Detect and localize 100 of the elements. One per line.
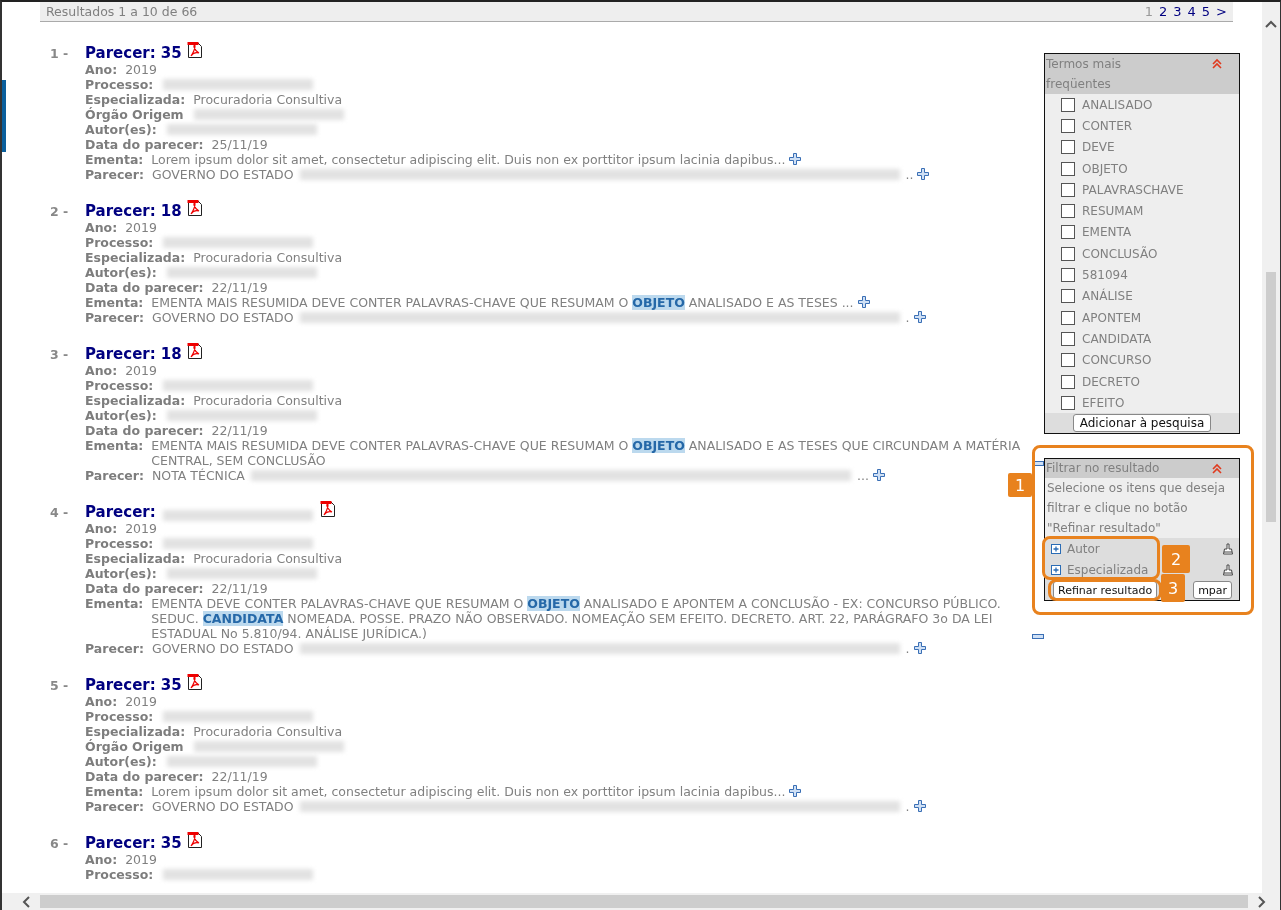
next-page-link[interactable]: > [1216, 4, 1227, 19]
pdf-file-icon[interactable] [186, 342, 203, 360]
pdf-file-icon[interactable] [186, 673, 203, 691]
term-checkbox[interactable] [1061, 310, 1075, 325]
expand-plus-icon[interactable] [917, 168, 930, 180]
field-value: GOVERNO DO ESTADO [151, 641, 294, 656]
field-label: Parecer: [85, 167, 144, 182]
field-label: Parecer: [85, 641, 144, 656]
term-checkbox[interactable] [1061, 395, 1075, 410]
collapse-minus-icon[interactable] [1032, 634, 1044, 639]
term-checkbox[interactable] [1061, 118, 1075, 133]
clear-button[interactable]: mpar [1193, 581, 1233, 600]
field-value: GOVERNO DO ESTADO [151, 310, 294, 325]
result-number-value[interactable]: 35 [160, 44, 182, 62]
field-value: 2019 [125, 363, 157, 378]
term-checkbox[interactable] [1061, 161, 1075, 176]
term-checkbox[interactable] [1061, 246, 1075, 261]
page-link[interactable]: 3 [1173, 4, 1182, 19]
expand-plus-icon[interactable] [857, 296, 870, 308]
pdf-file-icon[interactable] [186, 199, 203, 217]
result-number: 4 - [50, 504, 70, 522]
result-title[interactable]: Parecer: [85, 676, 156, 694]
filter-instructions: Selecione os itens que deseja filtrar e clique no botão "Refinar resultado" [1046, 480, 1227, 538]
field-label: Autor(es): [85, 566, 157, 581]
field-label: Ano: [85, 62, 118, 77]
term-label: 581094 [1082, 268, 1128, 282]
field-label: Especializada: [85, 393, 186, 408]
add-to-search-button[interactable]: Adicionar à pesquisa [1072, 414, 1212, 433]
expand-box-icon[interactable] [1051, 564, 1061, 575]
field-label: Processo: [85, 77, 154, 92]
field-label: Autor(es): [85, 265, 157, 280]
term-checkbox[interactable] [1061, 374, 1075, 389]
term-label: ANALISADO [1082, 97, 1153, 112]
result-title[interactable]: Parecer: [85, 834, 156, 852]
term-label: ANÁLISE [1082, 289, 1133, 304]
expand-plus-icon[interactable] [913, 311, 926, 323]
page-link[interactable]: 5 [1201, 4, 1211, 19]
term-label: CONTER [1082, 118, 1133, 133]
eraser-icon[interactable] [1223, 563, 1233, 576]
result-title[interactable]: Parecer: [85, 345, 156, 363]
callout-badge: 2 [1162, 545, 1190, 574]
page-link[interactable]: 2 [1158, 4, 1168, 19]
expand-box-icon[interactable] [1051, 543, 1061, 554]
field-label: Ementa: [85, 152, 144, 167]
field-label: Data do parecer: [85, 280, 204, 295]
scroll-right-icon[interactable] [1258, 895, 1266, 908]
eraser-icon[interactable] [1223, 542, 1233, 555]
term-checkbox[interactable] [1061, 97, 1075, 112]
result-title[interactable]: Parecer: [85, 503, 156, 521]
result-number-value[interactable]: 18 [160, 345, 182, 363]
pdf-file-icon[interactable] [186, 831, 203, 849]
field-value: 2019 [125, 852, 157, 867]
expand-plus-icon[interactable] [872, 469, 885, 481]
callout-badge: 3 [1161, 574, 1185, 603]
page-link[interactable]: 4 [1187, 4, 1196, 19]
term-checkbox[interactable] [1061, 225, 1075, 240]
term-checkbox[interactable] [1061, 289, 1075, 304]
result-number-value[interactable]: 35 [160, 676, 182, 694]
field-label: Ano: [85, 852, 118, 867]
field-label: Ementa: [85, 596, 144, 613]
term-checkbox[interactable] [1061, 331, 1075, 346]
field-value: EMENTA MAIS RESUMIDA DEVE CONTER PALAVRAS-CHAVE QUE RESUMAM O OBJETO ANALISADO E AS TESES ... [151, 295, 854, 310]
field-value: 22/11/19 [211, 280, 268, 295]
pdf-file-icon[interactable] [186, 41, 203, 59]
result-number: 1 - [50, 45, 70, 63]
result-number-value[interactable]: 18 [160, 202, 182, 220]
field-label: Ano: [85, 363, 118, 378]
collapse-minus-icon[interactable] [1032, 461, 1044, 466]
scrollbar-thumb[interactable] [40, 895, 1248, 908]
result-title[interactable]: Parecer: [85, 44, 156, 62]
term-checkbox[interactable] [1061, 140, 1075, 155]
expand-plus-icon[interactable] [789, 785, 802, 797]
term-checkbox[interactable] [1061, 268, 1075, 282]
expand-plus-icon[interactable] [913, 642, 926, 654]
field-label: Processo: [85, 235, 154, 250]
result-number: 6 - [50, 835, 70, 853]
result-number-value[interactable]: 35 [160, 834, 182, 852]
field-value: 2019 [125, 220, 157, 235]
field-value: Lorem ipsum dolor sit amet, consectetur adipiscing elit. Duis non ex porttitor ipsum lacinia dapibus... [151, 152, 786, 167]
pdf-file-icon[interactable] [319, 500, 336, 518]
collapse-chevron-icon[interactable] [1211, 58, 1223, 70]
field-value: GOVERNO DO ESTADO [151, 799, 294, 814]
panel-title: Filtrar no resultado [1046, 460, 1161, 478]
term-checkbox[interactable] [1061, 182, 1075, 197]
scrollbar-thumb[interactable] [1266, 272, 1276, 522]
term-label: DEVE [1082, 140, 1115, 155]
scroll-up-icon[interactable] [1265, 20, 1277, 28]
expand-plus-icon[interactable] [913, 800, 926, 812]
scroll-left-icon[interactable] [22, 895, 30, 908]
expand-plus-icon[interactable] [789, 153, 802, 165]
field-label: Data do parecer: [85, 581, 204, 596]
term-label: DECRETO [1082, 374, 1140, 389]
result-title[interactable]: Parecer: [85, 202, 156, 220]
collapse-chevron-icon[interactable] [1211, 463, 1223, 476]
term-checkbox[interactable] [1061, 204, 1075, 219]
field-label: Especializada: [85, 551, 186, 566]
term-checkbox[interactable] [1061, 353, 1075, 368]
field-label: Parecer: [85, 799, 144, 814]
field-value: 2019 [125, 694, 157, 709]
field-label: Ementa: [85, 438, 144, 455]
